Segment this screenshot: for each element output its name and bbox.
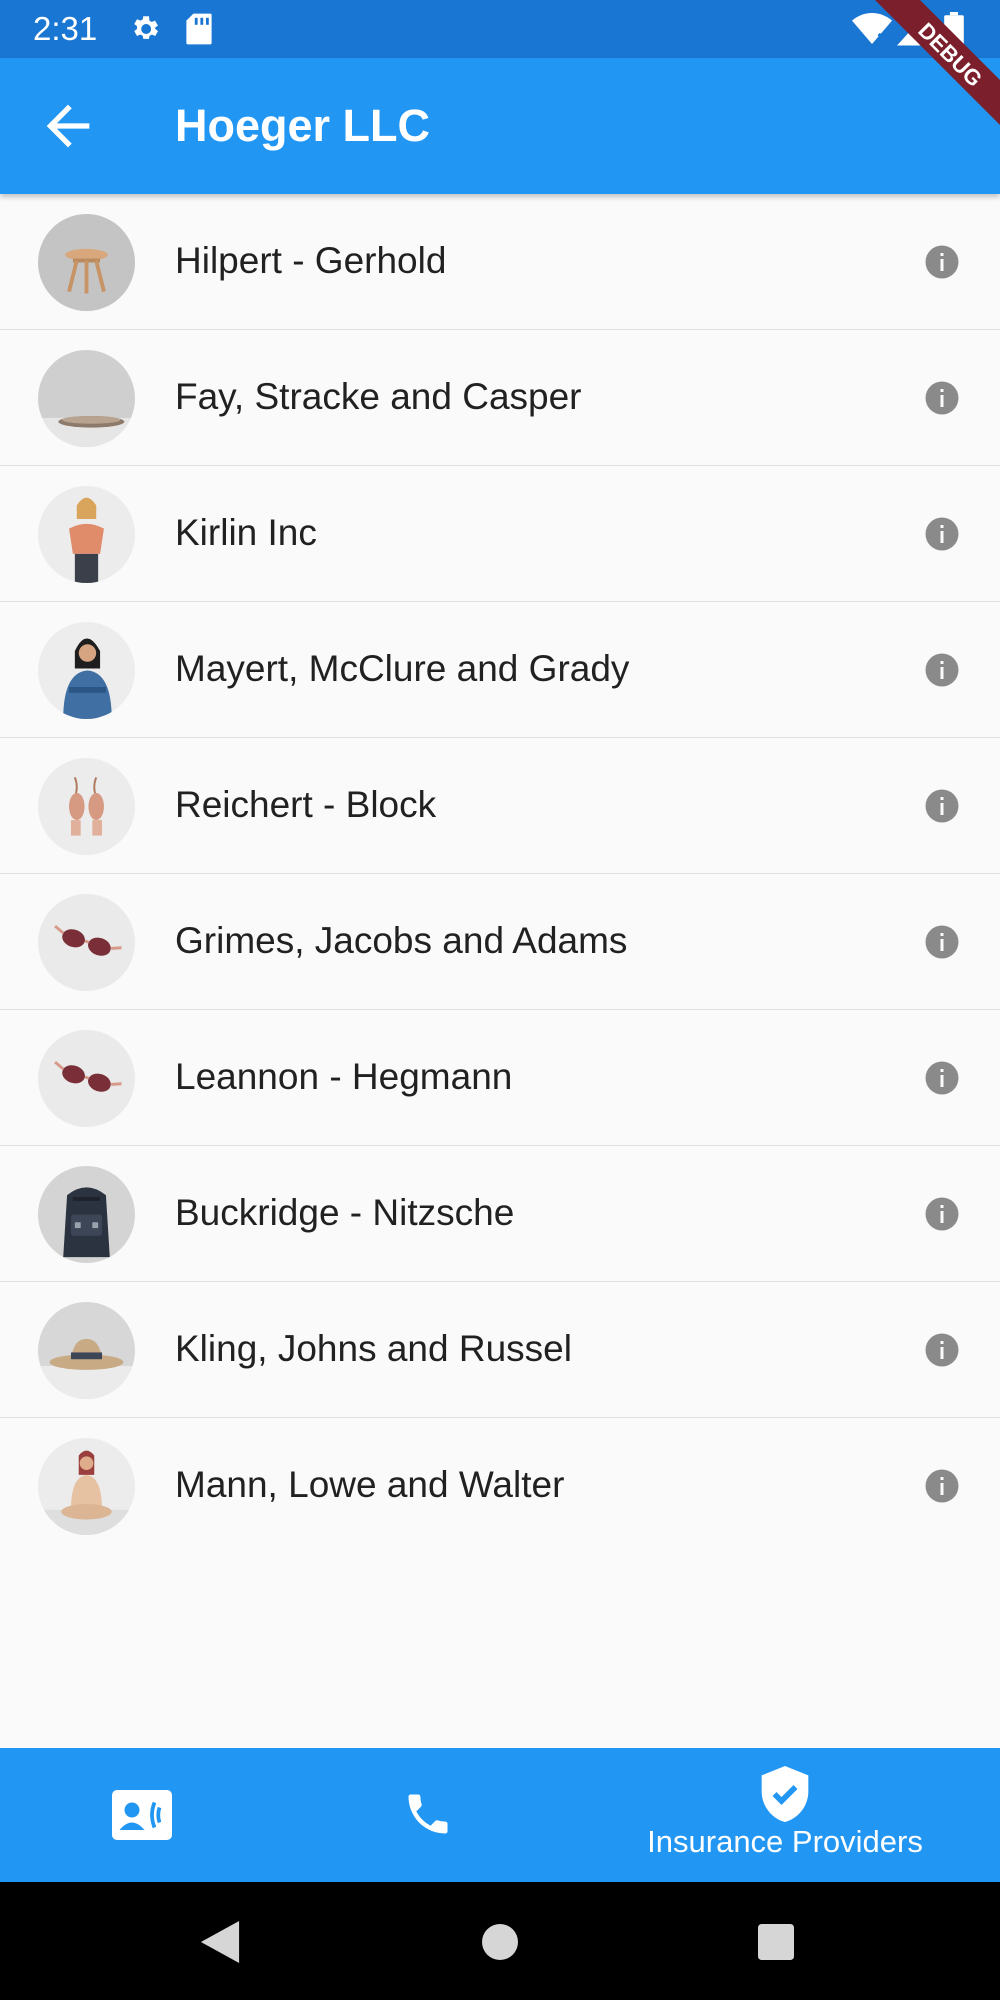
wifi-icon <box>852 12 892 51</box>
avatar <box>38 1302 135 1399</box>
list-item[interactable]: Grimes, Jacobs and Adams <box>0 874 1000 1010</box>
info-icon[interactable] <box>924 652 960 688</box>
list-item-label: Mann, Lowe and Walter <box>175 1464 565 1505</box>
nav-item-phone[interactable] <box>285 1748 570 1882</box>
bottom-navigation: Insurance Providers <box>0 1748 1000 1882</box>
list-item-label: Buckridge - Nitzsche <box>175 1192 515 1233</box>
list-item-label: Fay, Stracke and Casper <box>175 376 582 417</box>
list-item[interactable]: Fay, Stracke and Casper <box>0 330 1000 466</box>
list-item[interactable]: Mayert, McClure and Grady <box>0 602 1000 738</box>
verified-shield-icon <box>761 1766 809 1822</box>
app-bar: Hoeger LLC <box>0 58 1000 194</box>
settings-icon <box>128 12 162 51</box>
avatar <box>38 1030 135 1127</box>
list-item-label: Reichert - Block <box>175 784 437 825</box>
avatar <box>38 758 135 855</box>
list-item-label: Hilpert - Gerhold <box>175 240 447 281</box>
list-item-label: Kirlin Inc <box>175 512 317 553</box>
avatar <box>38 350 135 447</box>
status-bar: 2:31 <box>0 0 1000 58</box>
list-item[interactable]: Kling, Johns and Russel <box>0 1282 1000 1418</box>
list-item[interactable]: Buckridge - Nitzsche <box>0 1146 1000 1282</box>
insurance-provider-list: Hilpert - Gerhold Fay, Stracke and Caspe… <box>0 194 1000 1554</box>
list-item-label: Grimes, Jacobs and Adams <box>175 920 628 961</box>
avatar <box>38 894 135 991</box>
avatar <box>38 1166 135 1263</box>
list-item[interactable]: Hilpert - Gerhold <box>0 194 1000 330</box>
info-icon[interactable] <box>924 1332 960 1368</box>
page-title: Hoeger LLC <box>175 100 431 151</box>
status-time: 2:31 <box>33 10 98 47</box>
avatar <box>38 1438 135 1535</box>
list-item[interactable]: Mann, Lowe and Walter <box>0 1418 1000 1554</box>
arrow-back-icon <box>46 104 90 148</box>
sd-card-icon <box>185 12 213 51</box>
info-icon[interactable] <box>924 244 960 280</box>
nav-item-contacts[interactable] <box>0 1748 285 1882</box>
info-icon[interactable] <box>924 1196 960 1232</box>
info-icon[interactable] <box>924 380 960 416</box>
system-navigation-bar <box>0 1882 1000 2000</box>
back-button[interactable] <box>36 94 100 158</box>
info-icon[interactable] <box>924 1060 960 1096</box>
signal-icon <box>897 12 927 51</box>
list-item[interactable]: Leannon - Hegmann <box>0 1010 1000 1146</box>
recents-square-icon[interactable] <box>758 1924 794 1960</box>
list-item-label: Leannon - Hegmann <box>175 1056 513 1097</box>
back-triangle-icon[interactable] <box>200 1921 240 1963</box>
battery-icon <box>944 12 964 53</box>
info-icon[interactable] <box>924 516 960 552</box>
home-circle-icon[interactable] <box>482 1924 518 1960</box>
avatar <box>38 622 135 719</box>
list-item-label: Kling, Johns and Russel <box>175 1328 572 1369</box>
list-item[interactable]: Kirlin Inc <box>0 466 1000 602</box>
list-item-label: Mayert, McClure and Grady <box>175 648 630 689</box>
nav-item-insurance-providers-label: Insurance Providers <box>647 1824 923 1859</box>
info-icon[interactable] <box>924 788 960 824</box>
avatar <box>38 486 135 583</box>
avatar <box>38 214 135 311</box>
info-icon[interactable] <box>924 1468 960 1504</box>
nav-item-insurance-providers[interactable]: Insurance Providers <box>570 1748 1000 1882</box>
contact-card-icon <box>112 1790 172 1840</box>
phone-icon <box>408 1794 448 1834</box>
info-icon[interactable] <box>924 924 960 960</box>
list-item[interactable]: Reichert - Block <box>0 738 1000 874</box>
